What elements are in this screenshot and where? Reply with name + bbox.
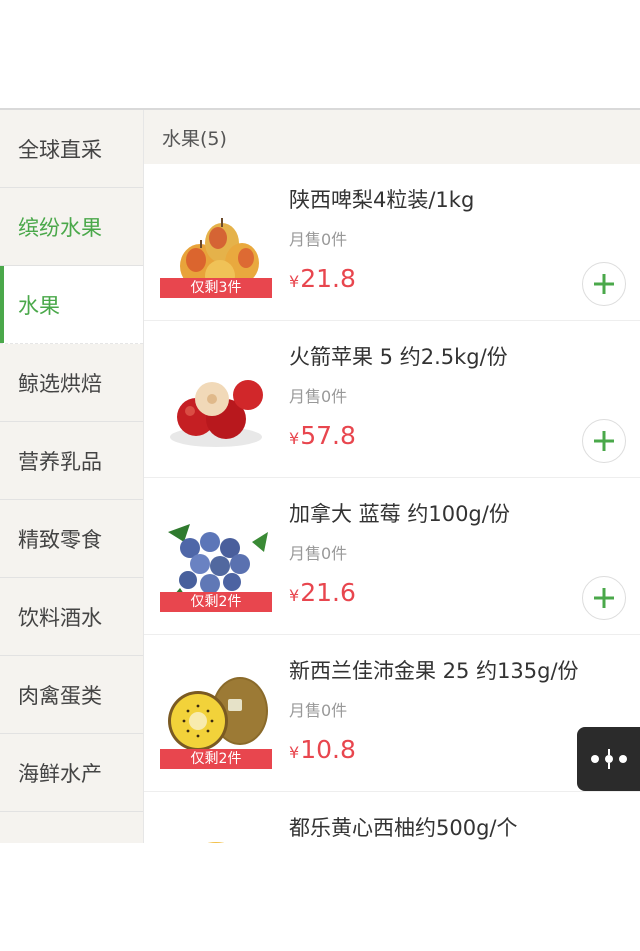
sidebar-item-label: 水果 — [18, 293, 60, 318]
add-to-cart-button[interactable] — [582, 262, 626, 306]
monthly-sales: 月售0件 — [289, 701, 348, 720]
sidebar-item-label: 肉禽蛋类 — [18, 683, 102, 708]
plus-icon — [594, 431, 614, 451]
stock-badge: 仅剩2件 — [160, 592, 272, 612]
plus-icon — [594, 274, 614, 294]
sidebar-item-label: 饮料酒水 — [18, 605, 102, 630]
sidebar-item-seafood[interactable]: 海鲜水产 — [0, 734, 143, 812]
sidebar-item-colorful-fruit[interactable]: 缤纷水果 — [0, 188, 143, 266]
sidebar-item-label: 缤纷水果 — [18, 215, 102, 240]
plus-icon — [594, 588, 614, 608]
currency-symbol: ¥ — [289, 586, 300, 605]
product-item[interactable]: 都乐黄心西柚约500g/个 — [144, 792, 640, 843]
sidebar-item-fruit[interactable]: 水果 — [0, 266, 143, 344]
stock-badge: 仅剩3件 — [160, 278, 272, 298]
monthly-sales: 月售0件 — [289, 230, 348, 249]
sidebar-item-label: 鲸选烘焙 — [18, 371, 102, 396]
sidebar-item-global[interactable]: 全球直采 — [0, 110, 143, 188]
sidebar-item-label: 海鲜水产 — [18, 761, 102, 786]
price-value: 10.8 — [300, 735, 356, 764]
sidebar-item-bakery[interactable]: 鲸选烘焙 — [0, 344, 143, 422]
product-item[interactable]: 仅剩2件 加拿大 蓝莓 约100g/份 月售0件 ¥21.6 — [144, 478, 640, 635]
section-header: 水果(5) — [144, 110, 640, 164]
floating-menu-button[interactable] — [577, 727, 640, 791]
top-blank-area — [0, 0, 640, 108]
price-value: 57.8 — [300, 421, 356, 450]
price-value: 21.6 — [300, 578, 356, 607]
product-title[interactable]: 加拿大 蓝莓 约100g/份 — [289, 498, 510, 528]
sidebar-item-label: 精致零食 — [18, 527, 102, 552]
bottom-blank-area — [0, 843, 640, 951]
product-item[interactable]: 仅剩2件 新西兰佳沛金果 25 约135g/份 月售0件 ¥10.8 — [144, 635, 640, 792]
product-list: 水果(5) 仅剩3件 陕西啤梨4粒装/1kg 月售0件 ¥21.8 火箭苹果 5… — [144, 110, 640, 843]
product-price: ¥21.8 — [289, 264, 356, 293]
product-item[interactable]: 火箭苹果 5 约2.5kg/份 月售0件 ¥57.8 — [144, 321, 640, 478]
product-title[interactable]: 新西兰佳沛金果 25 约135g/份 — [289, 655, 579, 685]
product-title[interactable]: 陕西啤梨4粒装/1kg — [289, 184, 474, 214]
currency-symbol: ¥ — [289, 429, 300, 448]
currency-symbol: ¥ — [289, 272, 300, 291]
sidebar-item-more[interactable] — [0, 812, 143, 843]
product-item[interactable]: 仅剩3件 陕西啤梨4粒装/1kg 月售0件 ¥21.8 — [144, 164, 640, 321]
currency-symbol: ¥ — [289, 743, 300, 762]
add-to-cart-button[interactable] — [582, 576, 626, 620]
category-sidebar: 全球直采 缤纷水果 水果 鲸选烘焙 营养乳品 精致零食 饮料酒水 肉禽蛋类 海鲜… — [0, 110, 144, 843]
product-title[interactable]: 火箭苹果 5 约2.5kg/份 — [289, 341, 508, 371]
more-dots-icon — [590, 749, 627, 769]
monthly-sales: 月售0件 — [289, 544, 348, 563]
product-price: ¥57.8 — [289, 421, 356, 450]
sidebar-item-dairy[interactable]: 营养乳品 — [0, 422, 143, 500]
sidebar-item-snacks[interactable]: 精致零食 — [0, 500, 143, 578]
product-title[interactable]: 都乐黄心西柚约500g/个 — [289, 812, 518, 842]
section-title: 水果(5) — [162, 127, 227, 150]
price-value: 21.8 — [300, 264, 356, 293]
product-price: ¥10.8 — [289, 735, 356, 764]
sidebar-item-label: 全球直采 — [18, 137, 102, 162]
monthly-sales: 月售0件 — [289, 387, 348, 406]
sidebar-item-label: 营养乳品 — [18, 449, 102, 474]
sidebar-item-meat-eggs[interactable]: 肉禽蛋类 — [0, 656, 143, 734]
add-to-cart-button[interactable] — [582, 419, 626, 463]
grapefruit-image[interactable] — [160, 816, 272, 843]
sidebar-item-drinks[interactable]: 饮料酒水 — [0, 578, 143, 656]
apple-image[interactable] — [160, 345, 272, 457]
stock-badge: 仅剩2件 — [160, 749, 272, 769]
product-price: ¥21.6 — [289, 578, 356, 607]
